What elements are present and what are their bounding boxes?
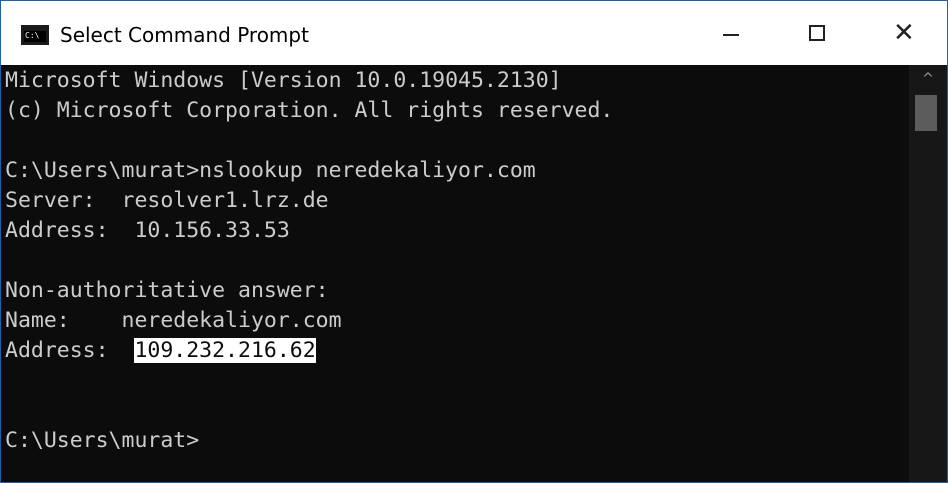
close-button[interactable]: ✕	[855, 1, 947, 65]
minimize-button[interactable]	[685, 1, 777, 65]
console-output[interactable]: Microsoft Windows [Version 10.0.19045.21…	[1, 65, 909, 482]
selected-ip-address[interactable]: 109.232.216.62	[134, 338, 316, 363]
scroll-thumb[interactable]	[915, 95, 937, 131]
console-line: (c) Microsoft Corporation. All rights re…	[5, 98, 614, 123]
console-line: Name: neredekaliyor.com	[5, 308, 342, 333]
console-line-with-selection: Address: 109.232.216.62	[5, 335, 316, 367]
vertical-scrollbar[interactable]: ^	[909, 65, 947, 482]
title-bar[interactable]: C:\ Select Command Prompt ✕	[1, 1, 947, 65]
console-line: Non-authoritative answer:	[5, 278, 329, 303]
close-icon: ✕	[893, 18, 915, 48]
console-line: Server: resolver1.lrz.de	[5, 188, 329, 213]
scroll-up-arrow-icon[interactable]: ^	[909, 65, 947, 93]
window-title: Select Command Prompt	[60, 23, 309, 47]
console-line-prefix: Address:	[5, 338, 135, 363]
console-line: Address: 10.156.33.53	[5, 218, 290, 243]
minimize-icon	[723, 34, 739, 36]
maximize-icon	[809, 25, 825, 41]
cmd-app-icon-label: C:\	[24, 31, 46, 42]
console-line: C:\Users\murat>nslookup neredekaliyor.co…	[5, 158, 536, 183]
command-prompt-window: C:\ Select Command Prompt ✕ Microsoft Wi…	[0, 0, 948, 483]
cmd-app-icon[interactable]: C:\	[21, 25, 49, 45]
console-line: Microsoft Windows [Version 10.0.19045.21…	[5, 68, 562, 93]
console-prompt-line[interactable]: C:\Users\murat>	[5, 425, 199, 457]
maximize-button[interactable]	[775, 1, 867, 65]
